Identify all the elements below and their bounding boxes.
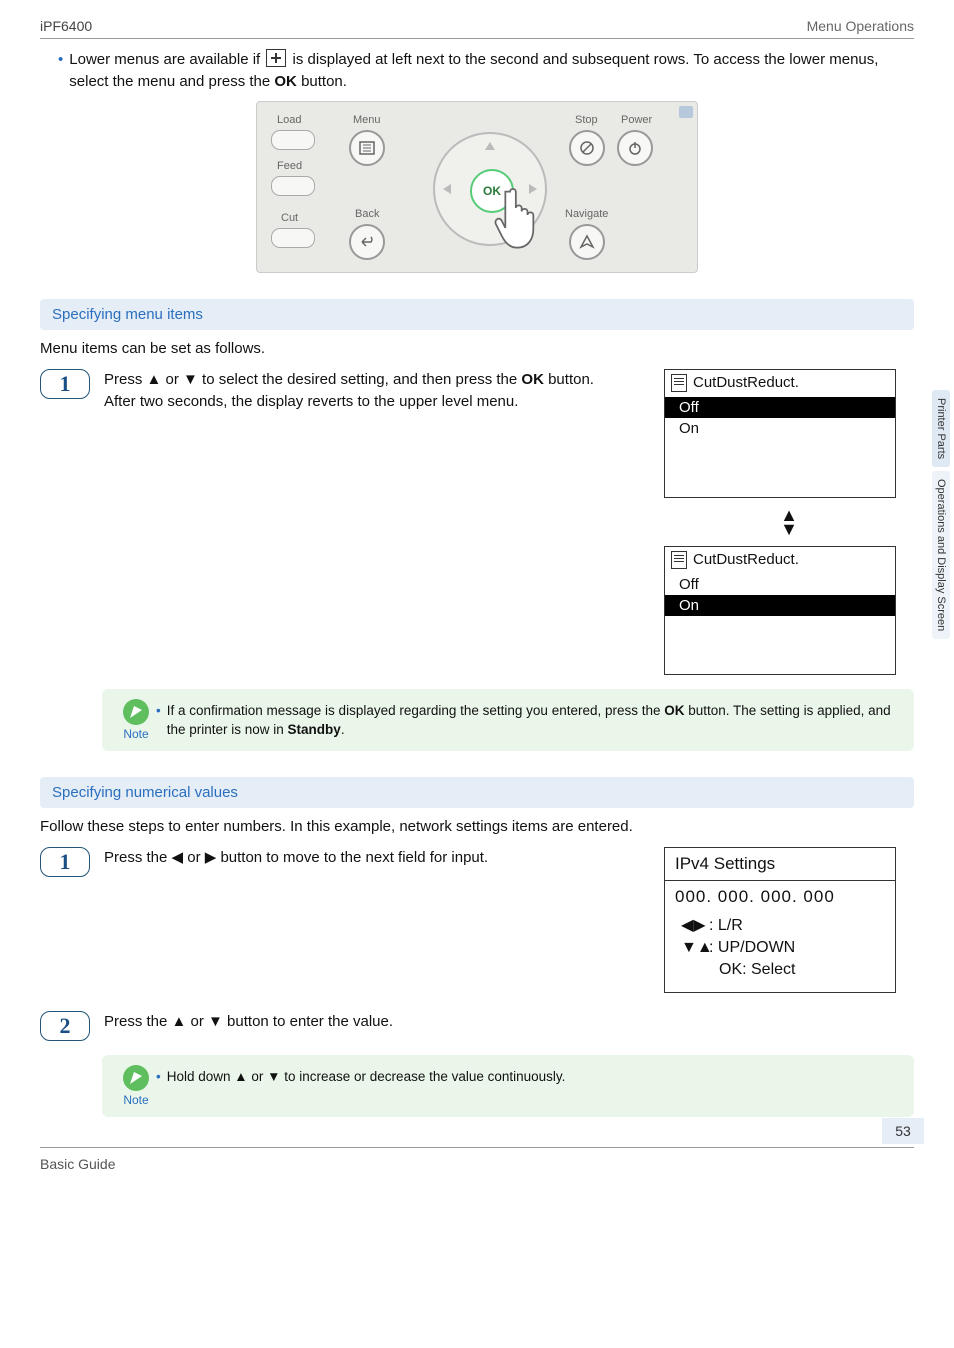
ud-arrows-icon: ▼▲ (681, 937, 709, 959)
sec2-step2: Press the ▲ or ▼ button to enter the val… (104, 1011, 914, 1034)
power-button[interactable] (617, 130, 653, 166)
note1-t3: . (341, 722, 345, 737)
cut-button[interactable] (271, 228, 315, 248)
note-1: Note • If a confirmation message is disp… (102, 689, 914, 751)
menu-button[interactable] (349, 130, 385, 166)
lcd-after: CutDustReduct. Off On (664, 546, 896, 675)
intro-ok: OK (274, 73, 297, 90)
sec2-step1-text: Press the ◀ or ▶ button to move to the n… (104, 849, 488, 866)
footer: Basic Guide (40, 1147, 914, 1172)
note-2: Note • Hold down ▲ or ▼ to increase or d… (102, 1055, 914, 1117)
ipv4-ud: : UP/DOWN (709, 939, 795, 956)
panel-chip-icon (679, 106, 693, 118)
doc-icon (671, 374, 687, 392)
step-2-badge: 2 (40, 1011, 90, 1041)
ipv4-ok: OK: Select (719, 961, 795, 978)
control-panel-illustration: Load Feed Cut Menu Back OK (256, 101, 698, 273)
lcd1-on: On (665, 418, 895, 439)
lcd-before: CutDustReduct. Off On (664, 369, 896, 498)
intro-text-3: button. (301, 73, 347, 90)
note-label: Note (116, 727, 156, 741)
ipv4-value: 000. 000. 000. 000 (665, 881, 895, 909)
stop-label: Stop (575, 114, 598, 126)
ipv4-lr: : L/R (709, 917, 743, 934)
stop-button[interactable] (569, 130, 605, 166)
step-1-badge: 1 (40, 369, 90, 399)
side-tab-printer-parts[interactable]: Printer Parts (932, 390, 950, 467)
power-label: Power (621, 114, 652, 126)
step1-ok: OK (521, 371, 544, 388)
lr-arrows-icon: ◀▶ (681, 915, 709, 937)
menu-label: Menu (353, 114, 381, 126)
intro-bullet: • Lower menus are available if is displa… (58, 49, 914, 93)
navigate-label: Navigate (565, 208, 608, 220)
note-label: Note (116, 1093, 156, 1107)
note1-ok: OK (664, 703, 684, 718)
hdr-left: iPF6400 (40, 18, 92, 34)
step1-c: After two seconds, the display reverts t… (104, 393, 518, 410)
ipv4-screen: IPv4 Settings 000. 000. 000. 000 ◀▶: L/R… (664, 847, 896, 993)
lcd1-off: Off (665, 397, 895, 418)
note1-standby: Standby (288, 722, 341, 737)
bullet-icon: • (156, 1067, 167, 1087)
intro-text-1: Lower menus are available if (69, 51, 264, 68)
note2-text: Hold down ▲ or ▼ to increase or decrease… (167, 1067, 566, 1087)
page-header: iPF6400 Menu Operations (40, 18, 914, 39)
sec1-lead: Menu items can be set as follows. (40, 340, 914, 357)
side-tab-operations-display[interactable]: Operations and Display Screen (932, 471, 950, 639)
lcd2-title: CutDustReduct. (693, 551, 799, 568)
sec2-step1: Press the ◀ or ▶ button to move to the n… (104, 847, 654, 870)
back-button[interactable] (349, 224, 385, 260)
dpad[interactable]: OK (433, 132, 547, 246)
bullet-icon: • (58, 49, 69, 93)
lcd-transition-arrows: ▲▼ (664, 498, 914, 546)
dpad-up-icon (485, 142, 495, 150)
feed-label: Feed (277, 160, 302, 172)
load-button[interactable] (271, 130, 315, 150)
submenu-plus-icon (266, 49, 286, 67)
step1-b: button. (544, 371, 594, 388)
sec2-lead: Follow these steps to enter numbers. In … (40, 818, 914, 835)
hdr-right: Menu Operations (807, 18, 914, 34)
bullet-icon: • (156, 701, 167, 740)
ipv4-title: IPv4 Settings (665, 848, 895, 881)
cut-label: Cut (281, 212, 298, 224)
back-label: Back (355, 208, 379, 220)
section-specifying-menu-items: Specifying menu items (40, 299, 914, 330)
dpad-left-icon (443, 184, 451, 194)
feed-button[interactable] (271, 176, 315, 196)
note-icon (123, 699, 149, 725)
lcd2-off: Off (665, 574, 895, 595)
lcd2-on: On (665, 595, 895, 616)
step-1-text: Press ▲ or ▼ to select the desired setti… (104, 369, 654, 414)
note1-t1: If a confirmation message is displayed r… (167, 703, 665, 718)
step-1-badge-b: 1 (40, 847, 90, 877)
doc-icon (671, 551, 687, 569)
load-label: Load (277, 114, 301, 126)
hand-icon (493, 180, 541, 250)
lcd1-title: CutDustReduct. (693, 374, 799, 391)
page-number: 53 (882, 1118, 924, 1144)
step1-a: Press ▲ or ▼ to select the desired setti… (104, 371, 521, 388)
note-icon (123, 1065, 149, 1091)
section-specifying-numerical-values: Specifying numerical values (40, 777, 914, 808)
side-tabs: Printer Parts Operations and Display Scr… (932, 390, 954, 643)
navigate-button[interactable] (569, 224, 605, 260)
